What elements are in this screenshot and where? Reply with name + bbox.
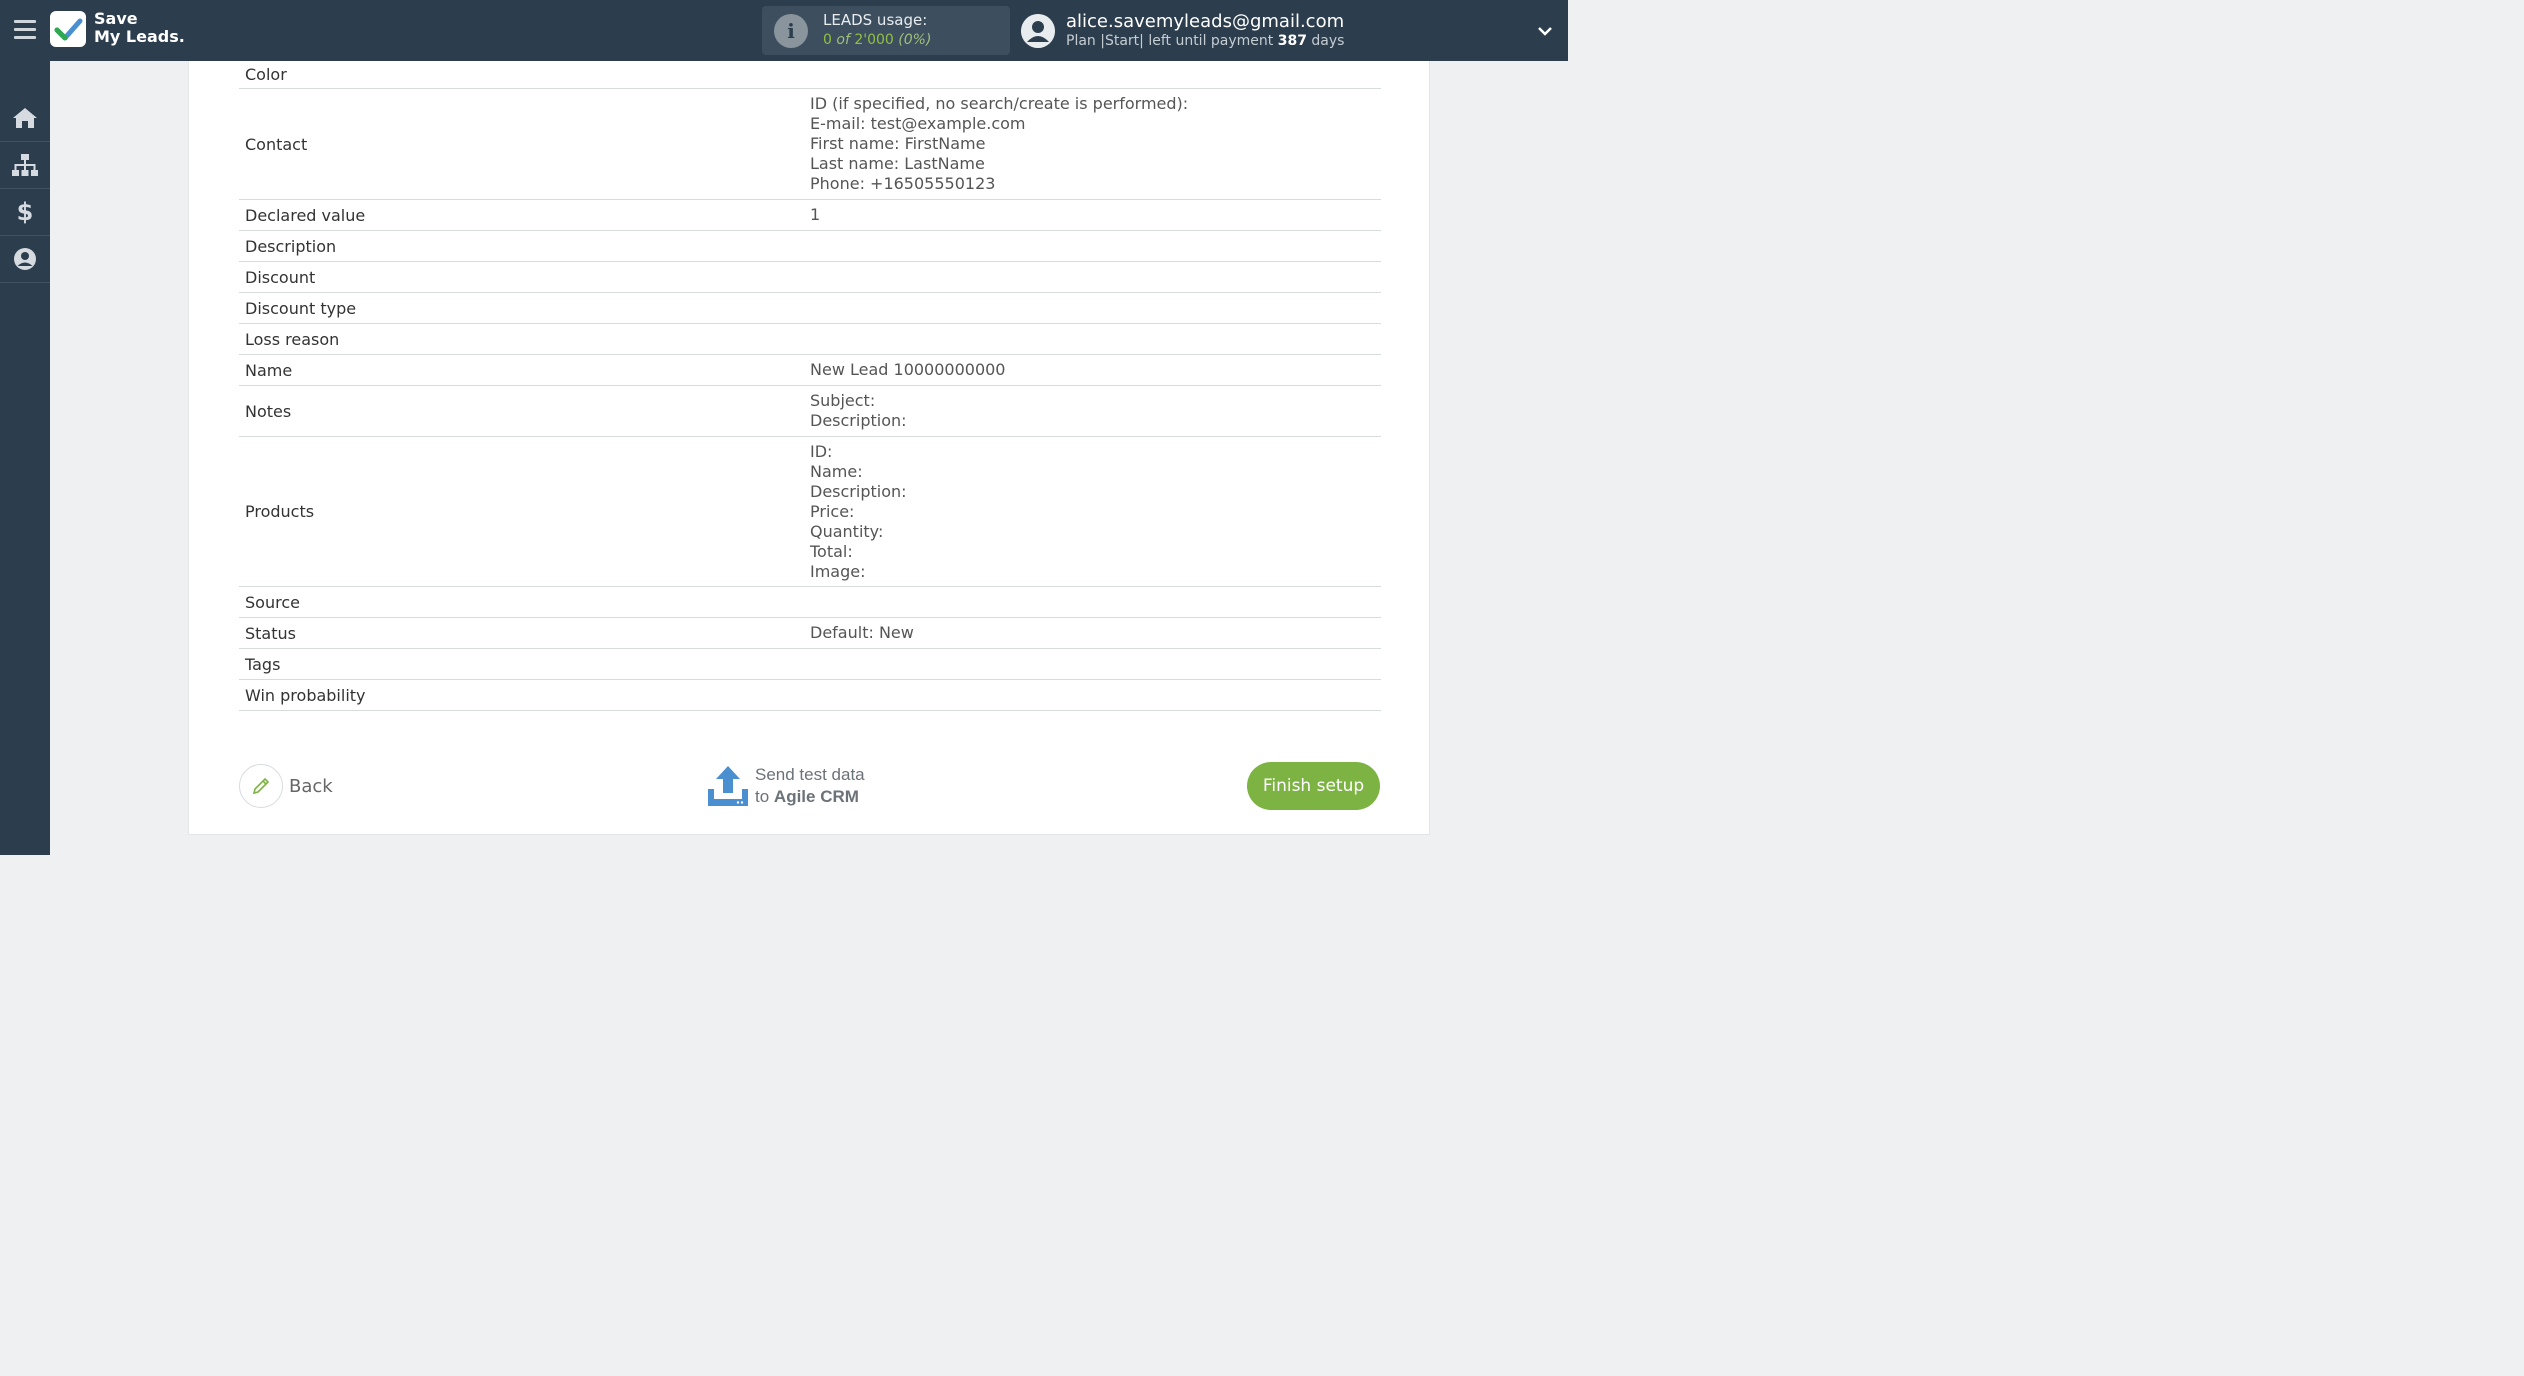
field-row: Tags [239,649,1381,680]
chevron-down-icon[interactable] [1536,22,1554,40]
field-label: Declared value [245,205,366,225]
field-value-line: 1 [810,205,821,224]
field-row: Status Default: New [239,618,1381,649]
avatar-icon[interactable] [1021,14,1055,48]
field-value [810,61,1381,88]
send-test-data-button[interactable]: Send test data to Agile CRM [707,763,865,809]
field-label: Contact [245,134,308,154]
field-value-line: Total: [810,541,853,561]
field-value-line: Price: [810,501,855,521]
field-value-line: Subject: [810,391,876,410]
field-value-line: Description: [810,411,907,430]
field-value-line: ID: [810,441,833,461]
field-label: Tags [245,654,281,674]
user-email[interactable]: alice.savemyleads@gmail.com [1066,11,1344,32]
field-value: New Lead 10000000000 [810,355,1381,385]
sidebar-item-billing[interactable]: $ [0,189,50,236]
menu-icon[interactable] [14,20,36,40]
logo-text: Save My Leads. [94,9,185,46]
field-row: Name New Lead 10000000000 [239,355,1381,386]
field-value-line: Name: [810,461,863,481]
field-label: Status [245,623,296,643]
field-value-line: First name: FirstName [810,134,986,153]
field-value: Subject: Description: [810,386,1381,436]
field-value-line: ID (if specified, no search/create is pe… [810,94,1189,113]
field-row: Discount type [239,293,1381,324]
field-value-line: Image: [810,561,866,581]
field-label: Loss reason [245,329,340,349]
field-label: Color [245,65,287,84]
field-value [810,649,1381,679]
dollar-icon: $ [16,198,34,226]
field-summary-panel: Color Contact ID (if specified, no search/… [188,61,1430,835]
field-value: ID: Name: Description: Price: Quantity: Total… [810,437,1381,586]
field-row: Declared value 1 [239,200,1381,231]
field-value [810,680,1381,710]
top-bar: Save My Leads. i LEADS usage: 0 of 2'000… [0,0,1568,61]
leads-usage-value: 0 of 2'000 (0%) [823,32,932,48]
field-label: Discount type [245,298,357,318]
field-value-line: Last name: LastName [810,154,985,173]
field-mapping-table: Color Contact ID (if specified, no search/… [239,61,1381,711]
back-label: Back [289,775,333,797]
field-value [810,587,1381,617]
field-label: Products [245,502,315,521]
field-label: Name [245,360,293,380]
back-button[interactable]: Back [239,764,333,808]
leads-usage-panel: i LEADS usage: 0 of 2'000 (0%) [762,6,1010,55]
field-label: Notes [245,401,292,421]
field-label: Discount [245,267,316,287]
field-row: Color [239,61,1381,89]
sidebar-item-connections[interactable] [0,142,50,189]
leads-usage-title: LEADS usage: [823,11,928,29]
field-value [810,293,1381,323]
plan-info: Plan |Start| left until payment 387 days [1066,33,1345,49]
field-value-line: Description: [810,481,907,501]
field-row: Source [239,587,1381,618]
info-icon: i [774,14,808,48]
sidebar-item-home[interactable] [0,95,50,142]
user-icon [14,248,36,270]
field-value-line: Phone: +16505550123 [810,174,996,193]
sidebar: $ [0,61,50,855]
field-value [810,324,1381,354]
field-label: Source [245,592,300,612]
field-row: Description [239,231,1381,262]
logo-icon [50,11,86,47]
field-value: 1 [810,200,1381,230]
field-value: ID (if specified, no search/create is pe… [810,89,1381,199]
field-row: Loss reason [239,324,1381,355]
home-icon [13,108,37,128]
field-value-line: E-mail: test@example.com [810,114,1026,133]
field-label: Win probability [245,685,366,705]
upload-icon [708,766,748,806]
sidebar-item-account[interactable] [0,236,50,283]
field-row: Products ID: Name: Description: Price: Quanti… [239,437,1381,587]
field-row: Contact ID (if specified, no search/creat… [239,89,1381,200]
field-value-line: New Lead 10000000000 [810,360,1006,379]
field-row: Notes Subject: Description: [239,386,1381,437]
finish-setup-button[interactable]: Finish setup [1247,762,1380,810]
field-value [810,231,1381,261]
sitemap-icon [12,154,38,176]
field-row: Win probability [239,680,1381,711]
field-value-line: Quantity: [810,521,884,541]
field-label: Description [245,236,337,256]
field-value [810,262,1381,292]
pencil-icon [239,764,283,808]
field-row: Discount [239,262,1381,293]
send-test-data-label: Send test data to Agile CRM [755,765,865,806]
field-value: Default: New [810,618,1381,648]
field-value-line: Default: New [810,623,914,642]
